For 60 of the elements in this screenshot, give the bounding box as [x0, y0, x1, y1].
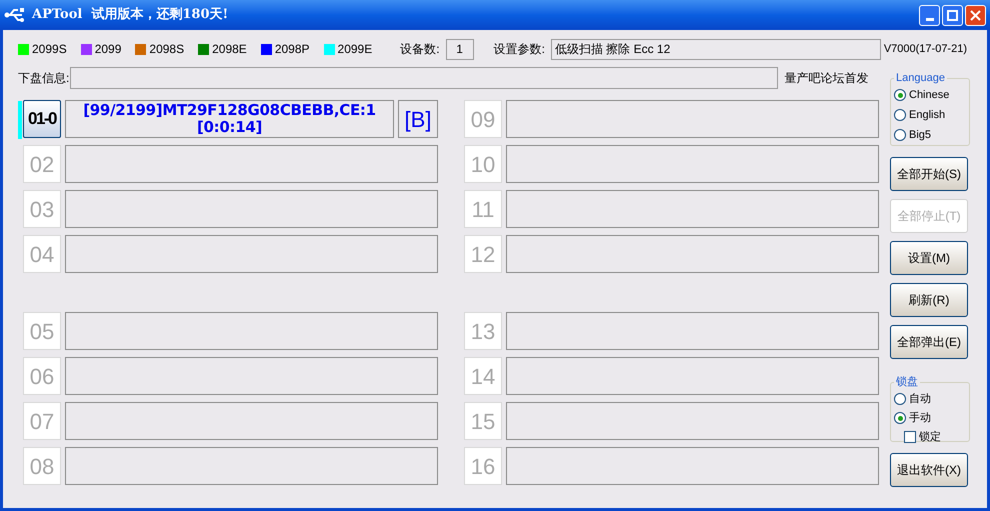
minimize-icon — [926, 18, 934, 20]
slot-number-button[interactable]: 16 — [464, 447, 502, 485]
slot-number-button[interactable]: 01-0 — [23, 100, 61, 138]
slot-badge: [B] — [398, 100, 438, 138]
slot-number-button[interactable]: 09 — [464, 100, 502, 138]
settings-label: 设置参数: — [494, 41, 545, 58]
slot-number-button[interactable]: 15 — [464, 402, 502, 440]
close-button[interactable] — [965, 4, 986, 26]
slot-number-button[interactable]: 06 — [23, 357, 61, 395]
version-label: V7000(17-07-21) — [884, 42, 967, 57]
slot-number-button[interactable]: 05 — [23, 312, 61, 350]
radio-button[interactable] — [894, 412, 906, 424]
slot-number-button[interactable]: 08 — [23, 447, 61, 485]
slot-number-button[interactable]: 02 — [23, 145, 61, 183]
legend-label: 2098E — [212, 41, 247, 58]
toolbar-button[interactable]: 全部弹出(E) — [890, 325, 968, 359]
legend-label: 2099E — [338, 41, 372, 58]
toolbar-button[interactable]: 全部开始(S) — [890, 157, 968, 191]
exit-button[interactable]: 退出软件(X) — [890, 453, 968, 487]
maximize-icon — [947, 10, 958, 20]
slot-number-button[interactable]: 14 — [464, 357, 502, 395]
legend-label: 2098S — [149, 41, 184, 58]
usb-icon — [4, 7, 26, 23]
slot-status-text: [99/2199]MT29F128G08CBEBB,CE:1 — [83, 102, 376, 119]
radio-option[interactable]: Big5 — [894, 126, 966, 144]
legend-label: 2099S — [32, 41, 67, 58]
window-title: APTool 试用版本，还剩180天! — [32, 6, 228, 24]
radio-option[interactable]: English — [894, 106, 966, 124]
forum-note: 量产吧论坛首发 — [784, 70, 868, 87]
maximize-button[interactable] — [942, 4, 963, 26]
slot-number-button[interactable]: 07 — [23, 402, 61, 440]
disk-info-label: 下盘信息: — [18, 70, 70, 87]
device-count-label: 设备数: — [400, 41, 440, 58]
language-group-title: Language — [895, 71, 946, 86]
disk-info-field[interactable] — [70, 67, 778, 89]
checkbox[interactable] — [904, 430, 916, 443]
minimize-button[interactable] — [919, 4, 940, 26]
slot-number-button[interactable]: 04 — [23, 235, 61, 273]
radio-button[interactable] — [894, 89, 906, 101]
slot-number-button[interactable]: 03 — [23, 190, 61, 228]
radio-button[interactable] — [894, 129, 906, 141]
slot-number-button[interactable]: 11 — [464, 190, 502, 228]
radio-option[interactable]: Chinese — [894, 86, 966, 104]
toolbar-button[interactable]: 设置(M) — [890, 241, 968, 275]
toolbar-button[interactable]: 刷新(R) — [890, 283, 968, 317]
slot-number-button[interactable]: 10 — [464, 145, 502, 183]
radio-option[interactable]: 自动 — [894, 390, 966, 408]
device-count-field: 1 — [446, 38, 474, 60]
lock-group-title: 锁盘 — [895, 375, 919, 390]
slot-number-button[interactable]: 12 — [464, 235, 502, 273]
close-icon — [970, 10, 981, 20]
radio-button[interactable] — [894, 109, 906, 121]
legend-label: 2099 — [94, 41, 122, 58]
slot-status-text: [0:0:14] — [196, 119, 262, 136]
radio-option[interactable]: 手动 — [894, 410, 966, 426]
radio-button[interactable] — [894, 393, 906, 405]
settings-field: 低级扫描 擦除 Ecc 12 — [550, 38, 881, 60]
slot-number-button[interactable]: 13 — [464, 312, 502, 350]
lock-checkbox-option[interactable]: 锁定 — [894, 428, 966, 445]
legend-label: 2098P — [274, 41, 310, 58]
